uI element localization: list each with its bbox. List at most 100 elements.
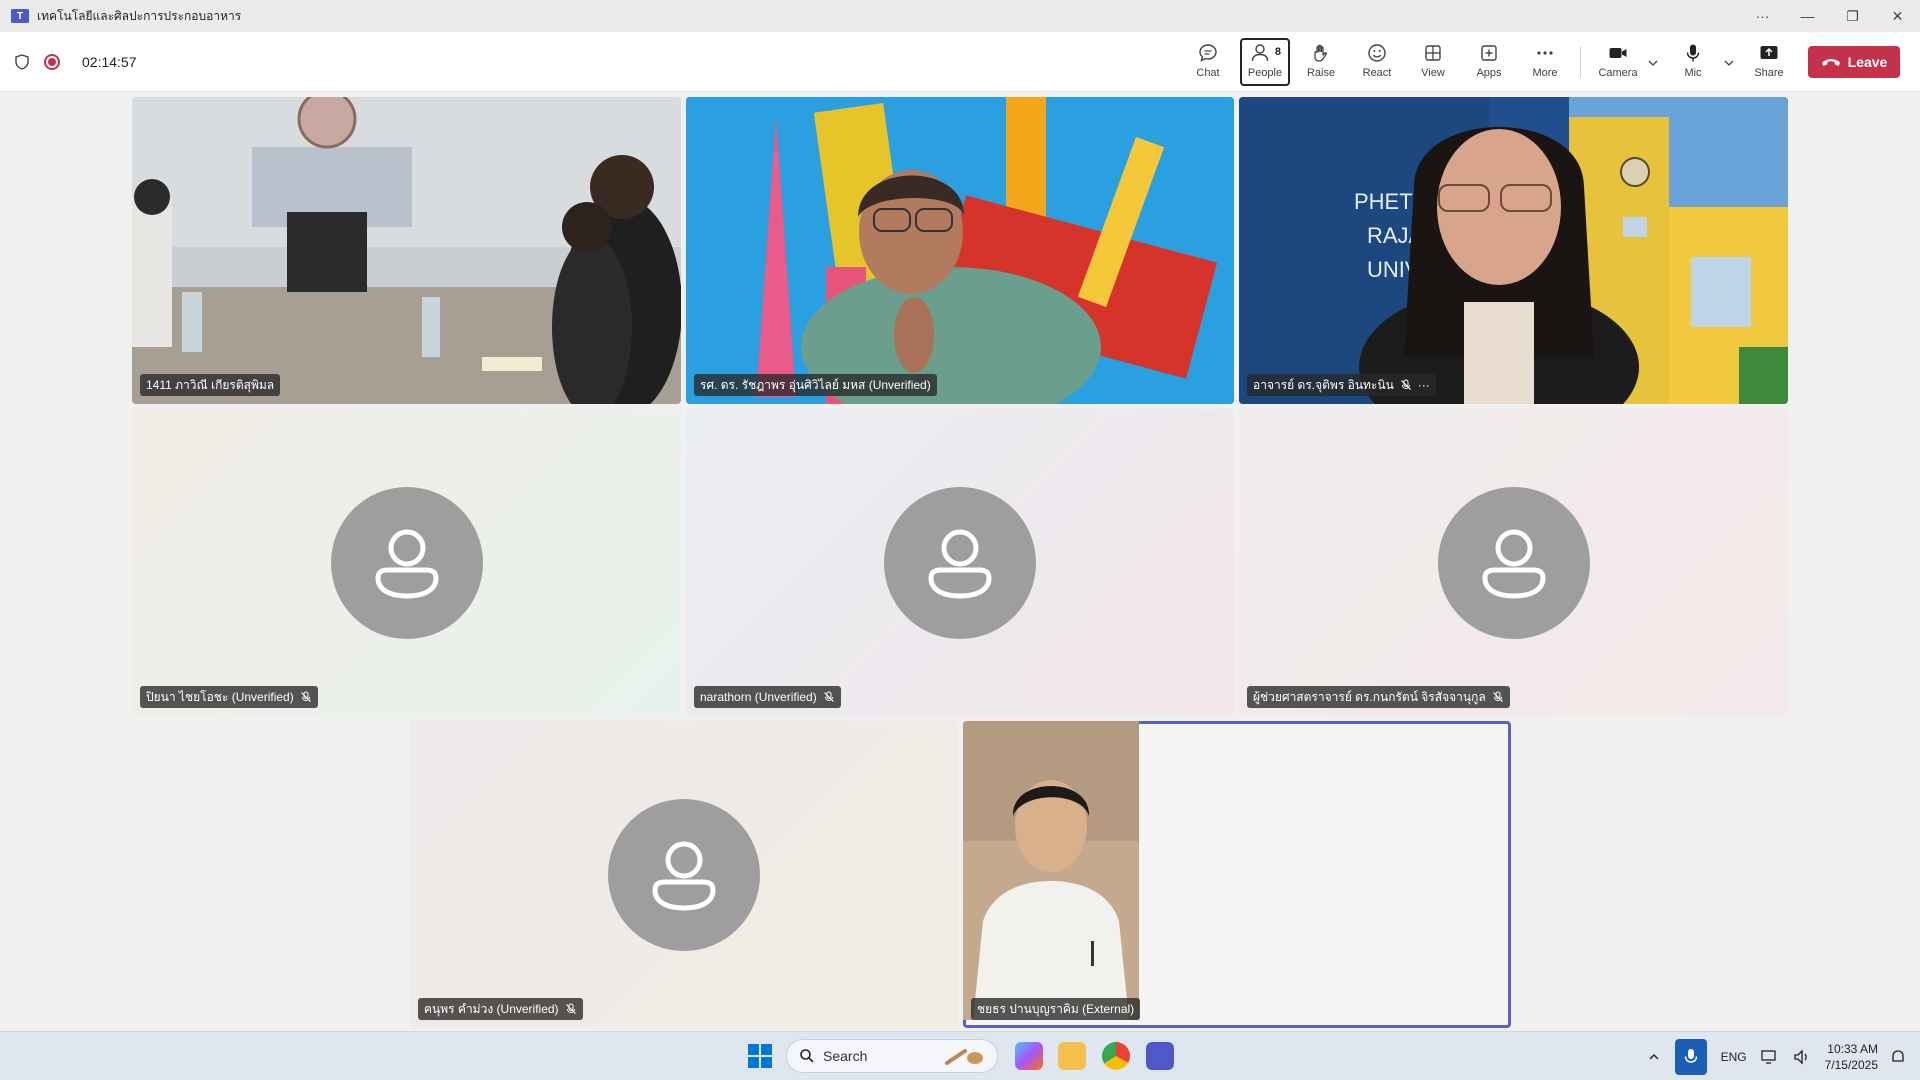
volume-icon[interactable] <box>1793 1048 1811 1065</box>
participant-name: narathorn (Unverified) <box>700 690 817 704</box>
window-more-button[interactable]: ··· <box>1740 0 1785 32</box>
participant-tile[interactable]: ฅนุพร คำม่วง (Unverified) <box>410 721 958 1028</box>
share-label: Share <box>1754 67 1784 79</box>
leave-label: Leave <box>1847 54 1888 70</box>
people-icon <box>1251 44 1269 62</box>
video-stage: 1411 ภาวิณี เกียรติสุพิมล รศ. ดร. รัชฎาพ… <box>0 93 1920 1031</box>
mic-off-icon <box>300 691 311 702</box>
camera-label: Camera <box>1598 67 1638 79</box>
grid-view-icon <box>1425 45 1441 61</box>
person-icon <box>374 529 439 599</box>
window-controls: ··· — ❐ ✕ <box>1740 0 1920 32</box>
file-explorer-app-icon[interactable] <box>1058 1042 1086 1070</box>
participant-tile[interactable]: 1411 ภาวิณี เกียรติสุพิมล <box>132 97 681 404</box>
participant-name: ปิยนา ไชยโอชะ (Unverified) <box>146 689 294 704</box>
more-dots-icon <box>1537 51 1553 55</box>
raise-hand-button[interactable]: Raise <box>1296 38 1346 86</box>
virtual-background-video <box>686 97 1234 404</box>
mic-options-chevron-icon[interactable] <box>1722 56 1736 70</box>
participant-name-tag: ปิยนา ไชยโอชะ (Unverified) <box>140 686 318 708</box>
participant-tile[interactable]: ชยธร ปานบุญราคิม (External) <box>963 721 1511 1028</box>
clock-date: 7/15/2025 <box>1824 1057 1878 1072</box>
search-highlight-icon <box>945 1049 983 1065</box>
participant-name: 1411 ภาวิณี เกียรติสุพิมล <box>146 377 275 392</box>
person-icon <box>1481 529 1546 599</box>
taskbar-search[interactable]: Search <box>786 1039 998 1073</box>
participant-name: ผู้ช่วยศาสตราจารย์ ดร.กนกรัตน์ จิรสัจจาน… <box>1253 689 1486 704</box>
participant-more-button[interactable]: ··· <box>1418 378 1430 392</box>
chef-video <box>963 721 1139 1020</box>
conference-room-video <box>132 97 681 404</box>
university-background-video: PHETCH RAJA UNIV <box>1239 97 1788 404</box>
view-button[interactable]: View <box>1408 38 1458 86</box>
chrome-app-icon[interactable] <box>1102 1042 1130 1070</box>
network-icon[interactable] <box>1760 1049 1779 1065</box>
taskbar-clock[interactable]: 10:33 AM 7/15/2025 <box>1825 1041 1878 1073</box>
close-button[interactable]: ✕ <box>1875 0 1920 32</box>
people-label: People <box>1247 67 1283 79</box>
avatar <box>884 486 1036 639</box>
window-title: เทคโนโลยีและศิลปะการประกอบอาหาร <box>37 8 242 23</box>
hand-icon <box>1314 44 1328 62</box>
system-tray: ENG 10:33 AM 7/15/2025 <box>1647 1032 1920 1080</box>
view-label: View <box>1421 67 1445 79</box>
people-button[interactable]: 8 People <box>1240 38 1290 86</box>
share-screen-icon <box>1760 46 1778 59</box>
participant-name-tag: ชยธร ปานบุญราคิม (External) <box>971 998 1141 1020</box>
recording-icon[interactable] <box>44 54 60 70</box>
react-label: React <box>1362 67 1392 79</box>
start-button[interactable] <box>748 1044 772 1068</box>
participant-name: อาจารย์ ดร.จุติพร อินทะนิน <box>1253 377 1394 392</box>
participant-tile[interactable]: narathorn (Unverified) <box>686 409 1234 716</box>
avatar <box>1437 486 1590 639</box>
participant-tile[interactable]: รศ. ดร. รัชฎาพร อุ่นศิวิไลย์ มหส (Unveri… <box>686 97 1234 404</box>
microphone-icon <box>1686 44 1700 62</box>
language-indicator[interactable]: ENG <box>1721 1050 1747 1064</box>
apps-button[interactable]: Apps <box>1464 38 1514 86</box>
chat-button[interactable]: Chat <box>1183 38 1233 86</box>
participant-name-tag: narathorn (Unverified) <box>694 686 841 708</box>
more-label: More <box>1532 67 1558 79</box>
mic-off-icon <box>1400 379 1411 390</box>
chat-label: Chat <box>1196 67 1220 79</box>
search-placeholder: Search <box>823 1048 868 1064</box>
participant-name-tag: รศ. ดร. รัชฎาพร อุ่นศิวิไลย์ มหส (Unveri… <box>694 374 937 396</box>
mic-off-icon <box>1492 691 1503 702</box>
participant-name: ชยธร ปานบุญราคิม (External) <box>977 1001 1135 1016</box>
copilot-app-icon[interactable] <box>1015 1042 1043 1070</box>
meeting-timer: 02:14:57 <box>82 54 137 70</box>
title-bar: T เทคโนโลยีและศิลปะการประกอบอาหาร ··· — … <box>0 0 1920 32</box>
hang-up-icon <box>1821 59 1840 66</box>
participant-tile[interactable]: ผู้ช่วยศาสตราจารย์ ดร.กนกรัตน์ จิรสัจจาน… <box>1239 409 1788 716</box>
toolbar-divider <box>1580 46 1581 78</box>
mic-button[interactable]: Mic <box>1668 38 1718 86</box>
teams-taskbar-icon[interactable] <box>1146 1042 1174 1070</box>
participant-tile[interactable]: ปิยนา ไชยโอชะ (Unverified) <box>132 409 681 716</box>
person-icon <box>652 841 716 911</box>
maximize-button[interactable]: ❐ <box>1830 0 1875 32</box>
react-button[interactable]: React <box>1352 38 1402 86</box>
camera-button[interactable]: Camera <box>1592 38 1644 86</box>
minimize-button[interactable]: — <box>1785 0 1830 32</box>
participant-name-tag: อาจารย์ ดร.จุติพร อินทะนิน ··· <box>1247 374 1436 396</box>
mic-off-icon <box>565 1003 576 1014</box>
leave-button[interactable]: Leave <box>1808 46 1900 78</box>
notifications-icon[interactable] <box>1890 1049 1906 1065</box>
participant-name: ฅนุพร คำม่วง (Unverified) <box>424 1001 559 1016</box>
search-icon <box>800 1049 814 1063</box>
mic-in-use-icon[interactable] <box>1674 1038 1707 1075</box>
participant-name-tag: ฅนุพร คำม่วง (Unverified) <box>418 998 583 1020</box>
person-icon <box>928 529 992 599</box>
share-button[interactable]: Share <box>1744 38 1794 86</box>
more-button[interactable]: More <box>1520 38 1570 86</box>
shield-icon[interactable] <box>14 54 30 70</box>
avatar <box>330 486 483 639</box>
teams-app-icon: T <box>11 9 29 23</box>
windows-taskbar: Search ENG 10:33 AM 7/15/2025 <box>0 1031 1920 1080</box>
avatar <box>608 798 760 951</box>
show-hidden-icons-chevron-icon[interactable] <box>1647 1050 1661 1064</box>
camera-options-chevron-icon[interactable] <box>1646 56 1660 70</box>
participant-tile[interactable]: PHETCH RAJA UNIV อาจารย์ ดร.จุติพร อินทะ… <box>1239 97 1788 404</box>
smiley-icon <box>1368 44 1386 62</box>
chat-icon <box>1199 44 1217 62</box>
